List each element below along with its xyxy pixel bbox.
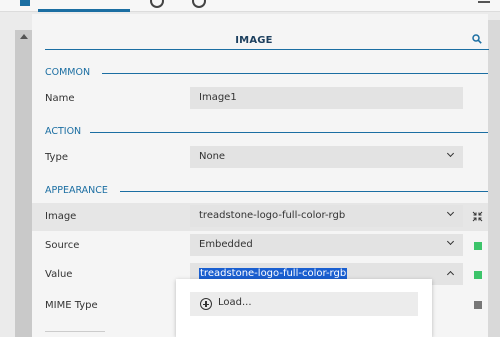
- tab-icon-2[interactable]: [150, 0, 164, 8]
- header-divider: [45, 49, 489, 50]
- value-label: Value: [45, 269, 73, 280]
- name-label: Name: [45, 93, 75, 104]
- chevron-down-icon: [446, 149, 455, 158]
- scroll-up-arrow-icon[interactable]: [20, 34, 28, 39]
- source-status-indicator[interactable]: [474, 242, 482, 250]
- source-value: Embedded: [199, 239, 253, 250]
- chevron-up-icon: [446, 270, 455, 279]
- top-tab-strip: [0, 0, 500, 12]
- collapse-arrows-icon[interactable]: [472, 211, 483, 222]
- section-action-line: [90, 132, 488, 133]
- next-row-label-cut: [45, 331, 105, 337]
- source-select[interactable]: Embedded: [190, 234, 463, 256]
- section-appearance-line: [120, 191, 488, 192]
- type-label: Type: [45, 152, 68, 163]
- left-scrollbar[interactable]: [15, 30, 32, 337]
- search-icon[interactable]: [472, 34, 482, 44]
- section-action: ACTION: [45, 126, 82, 137]
- section-common: COMMON: [45, 67, 91, 78]
- active-tab-indicator: [38, 9, 130, 12]
- menu-icon[interactable]: [478, 0, 490, 3]
- value-dropdown-menu: Load...: [176, 279, 432, 337]
- load-menu-item-label: Load...: [218, 297, 252, 308]
- chevron-down-icon: [446, 237, 455, 246]
- source-label: Source: [45, 240, 80, 251]
- name-field[interactable]: Image1: [190, 87, 463, 109]
- section-common-line: [102, 73, 488, 74]
- load-menu-item[interactable]: Load...: [190, 292, 418, 316]
- image-select[interactable]: treadstone-logo-full-color-rgb: [190, 205, 463, 227]
- image-value: treadstone-logo-full-color-rgb: [199, 210, 346, 221]
- section-appearance: APPEARANCE: [45, 185, 108, 196]
- type-value: None: [199, 151, 226, 162]
- properties-tab-icon[interactable]: [20, 0, 30, 6]
- image-label: Image: [45, 211, 77, 222]
- mime-type-status-indicator[interactable]: [474, 301, 482, 309]
- chevron-down-icon: [446, 208, 455, 217]
- type-select[interactable]: None: [190, 146, 463, 168]
- mime-type-label: MIME Type: [45, 300, 98, 311]
- tab-icon-3[interactable]: [192, 0, 206, 8]
- plus-circle-icon: [200, 298, 212, 310]
- right-scrollbar[interactable]: [488, 20, 500, 337]
- panel-title: IMAGE: [235, 35, 273, 46]
- value-selected-text: treadstone-logo-full-color-rgb: [199, 268, 348, 279]
- name-value: Image1: [199, 92, 237, 103]
- value-status-indicator[interactable]: [474, 271, 482, 279]
- panel-header: IMAGE: [32, 14, 489, 64]
